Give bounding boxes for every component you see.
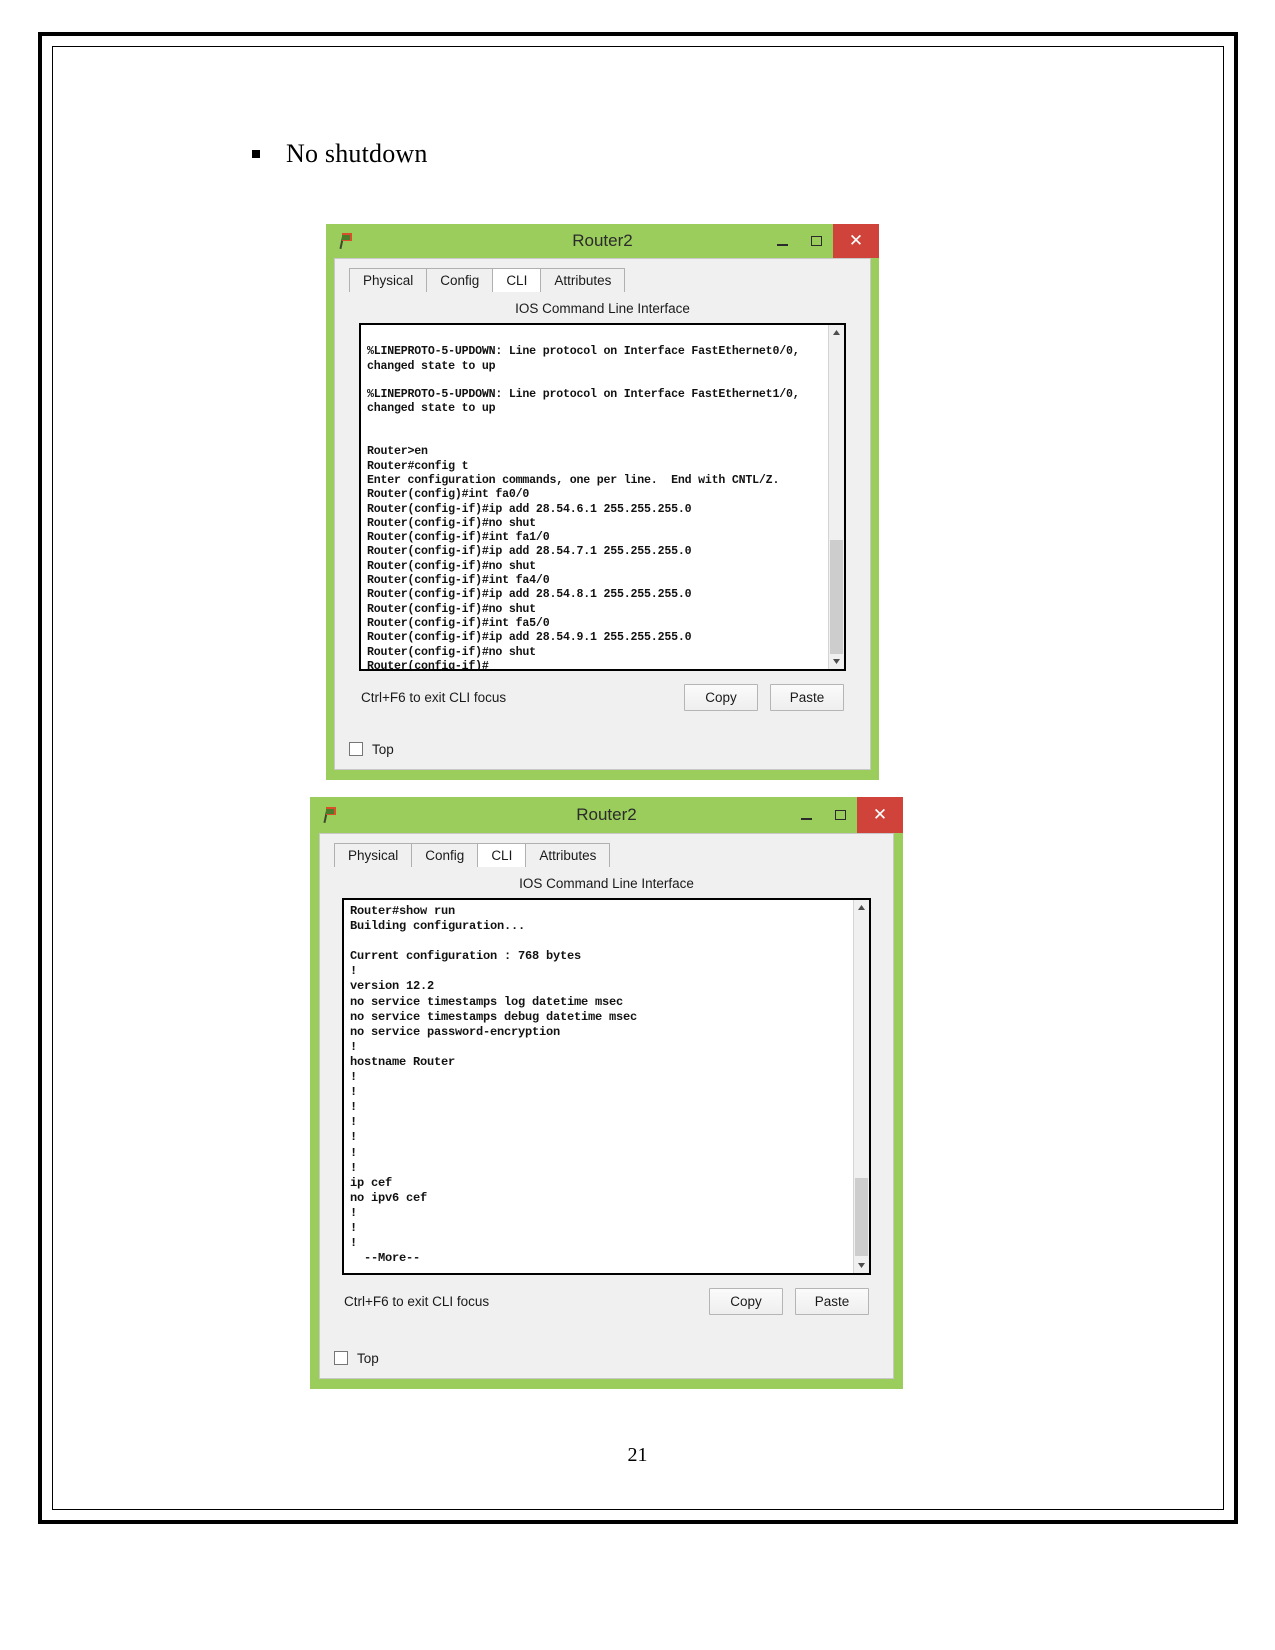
window-body: Physical Config CLI Attributes IOS Comma… (334, 258, 871, 770)
window-body: Physical Config CLI Attributes IOS Comma… (319, 833, 894, 1379)
tab-attributes[interactable]: Attributes (525, 843, 611, 867)
top-checkbox-label: Top (372, 741, 394, 757)
close-button[interactable]: ✕ (833, 224, 879, 258)
tab-config[interactable]: Config (426, 268, 494, 292)
bullet-list-item: No shutdown (252, 139, 428, 169)
cli-terminal-text[interactable]: Router#show run Building configuration..… (344, 900, 853, 1273)
tab-attributes[interactable]: Attributes (540, 268, 626, 292)
paste-button[interactable]: Paste (795, 1288, 869, 1315)
window-titlebar[interactable]: Router2 ✕ (326, 224, 879, 258)
scroll-up-arrow-icon[interactable] (854, 900, 869, 915)
window-bottom-bar: Top (320, 1338, 893, 1378)
tab-cli[interactable]: CLI (477, 843, 527, 867)
tab-physical[interactable]: Physical (349, 268, 428, 292)
maximize-button[interactable] (799, 224, 833, 258)
terminal-scrollbar[interactable] (828, 325, 844, 669)
window-controls[interactable]: ✕ (765, 224, 879, 258)
scrollbar-thumb[interactable] (830, 540, 843, 655)
packet-tracer-window-2[interactable]: Router2 ✕ Physical Config CLI Attributes… (310, 797, 903, 1389)
bullet-square-icon (252, 150, 260, 158)
cli-tab-panel: IOS Command Line Interface %LINEPROTO-5-… (349, 292, 856, 726)
scroll-down-arrow-icon[interactable] (829, 654, 844, 669)
panel-title: IOS Command Line Interface (515, 301, 690, 316)
cli-terminal[interactable]: %LINEPROTO-5-UPDOWN: Line protocol on In… (359, 323, 846, 671)
cli-terminal[interactable]: Router#show run Building configuration..… (342, 898, 871, 1275)
minimize-button[interactable] (765, 224, 799, 258)
bullet-item-label: No shutdown (286, 139, 428, 168)
tab-cli[interactable]: CLI (492, 268, 542, 292)
page-number: 21 (627, 1444, 648, 1466)
scrollbar-thumb[interactable] (855, 1178, 868, 1256)
window-controls[interactable]: ✕ (789, 797, 903, 833)
cli-terminal-text[interactable]: %LINEPROTO-5-UPDOWN: Line protocol on In… (361, 325, 828, 669)
maximize-button[interactable] (823, 797, 857, 833)
cli-focus-hint: Ctrl+F6 to exit CLI focus (361, 690, 507, 705)
tab-bar[interactable]: Physical Config CLI Attributes (335, 259, 870, 292)
top-checkbox-label: Top (357, 1350, 379, 1366)
top-checkbox[interactable] (349, 742, 363, 756)
copy-button[interactable]: Copy (684, 684, 758, 711)
paste-button[interactable]: Paste (770, 684, 844, 711)
tab-bar[interactable]: Physical Config CLI Attributes (320, 834, 893, 867)
tab-physical[interactable]: Physical (334, 843, 413, 867)
window-bottom-bar: Top (335, 729, 870, 769)
scroll-down-arrow-icon[interactable] (854, 1258, 869, 1273)
cli-buttons: Copy Paste (684, 684, 844, 711)
minimize-button[interactable] (789, 797, 823, 833)
scroll-up-arrow-icon[interactable] (829, 325, 844, 340)
window-titlebar[interactable]: Router2 ✕ (310, 797, 903, 833)
top-checkbox[interactable] (334, 1351, 348, 1365)
cli-tab-panel: IOS Command Line Interface Router#show r… (334, 867, 879, 1331)
cli-focus-hint: Ctrl+F6 to exit CLI focus (344, 1294, 490, 1309)
copy-button[interactable]: Copy (709, 1288, 783, 1315)
cli-buttons: Copy Paste (709, 1288, 869, 1315)
close-button[interactable]: ✕ (857, 797, 903, 833)
cli-footer: Ctrl+F6 to exit CLI focus Copy Paste (334, 1275, 879, 1315)
tab-config[interactable]: Config (411, 843, 479, 867)
packet-tracer-window-1[interactable]: Router2 ✕ Physical Config CLI Attributes… (326, 224, 879, 780)
cli-footer: Ctrl+F6 to exit CLI focus Copy Paste (349, 671, 856, 711)
top-checkbox-row[interactable]: Top (334, 1351, 379, 1366)
terminal-scrollbar[interactable] (853, 900, 869, 1273)
top-checkbox-row[interactable]: Top (349, 742, 394, 757)
panel-title: IOS Command Line Interface (519, 876, 694, 891)
